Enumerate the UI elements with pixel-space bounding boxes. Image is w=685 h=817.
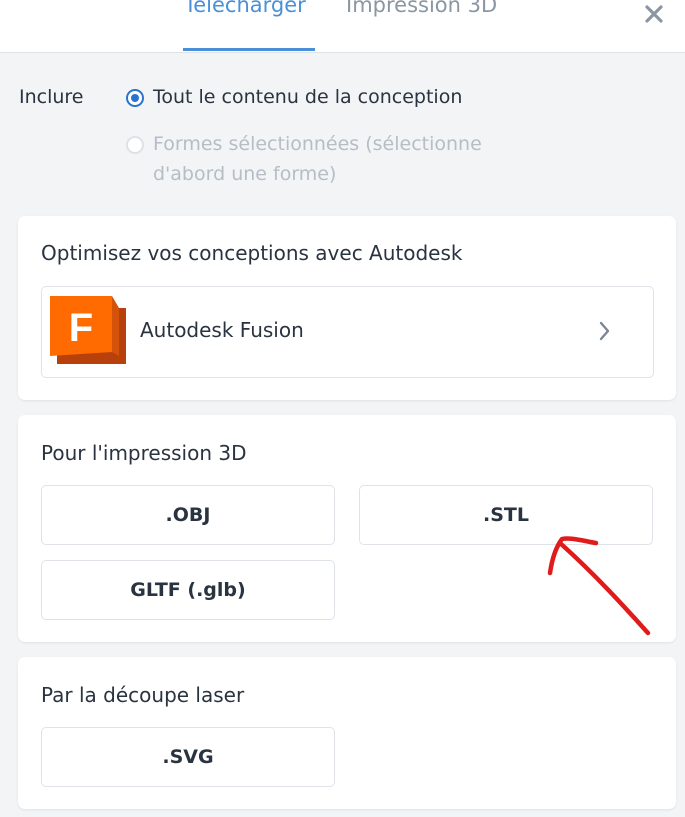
active-tab-indicator [183, 48, 315, 51]
print-3d-card-title: Pour l'impression 3D [41, 441, 247, 465]
close-button[interactable] [639, 0, 669, 29]
radio-disabled-icon [126, 136, 144, 154]
red-arrow-annotation-icon [547, 536, 651, 636]
laser-cut-card-title: Par la découpe laser [41, 683, 245, 707]
autodesk-fusion-logo: F [50, 296, 126, 364]
radio-selected-shapes: Formes sélectionnées (sélectionne d'abor… [126, 133, 513, 189]
autodesk-fusion-link[interactable]: F Autodesk Fusion [41, 286, 654, 378]
radio-checked-icon[interactable] [126, 89, 144, 107]
tab-telecharger[interactable]: Télécharger [184, 0, 306, 17]
tab-impression-3d[interactable]: Impression 3D [346, 0, 497, 17]
chevron-right-icon [599, 321, 610, 341]
autodesk-fusion-label: Autodesk Fusion [140, 318, 304, 342]
top-bar: Télécharger Impression 3D [0, 0, 685, 53]
radio-selected-shapes-label: Formes sélectionnées (sélectionne d'abor… [153, 133, 482, 185]
optimize-card: Optimisez vos conceptions avec Autodesk … [18, 216, 676, 400]
include-label: Inclure [19, 86, 84, 108]
radio-all-content[interactable]: Tout le contenu de la conception [126, 86, 462, 112]
obj-export-button[interactable]: .OBJ [41, 485, 335, 545]
fusion-logo-letter: F [69, 306, 93, 350]
svg-export-button[interactable]: .SVG [41, 727, 335, 787]
laser-cut-card: Par la découpe laser .SVG [18, 657, 676, 809]
close-icon [645, 5, 663, 23]
gltf-export-button[interactable]: GLTF (.glb) [41, 560, 335, 620]
radio-all-content-label: Tout le contenu de la conception [153, 86, 463, 108]
optimize-card-title: Optimisez vos conceptions avec Autodesk [41, 241, 463, 265]
